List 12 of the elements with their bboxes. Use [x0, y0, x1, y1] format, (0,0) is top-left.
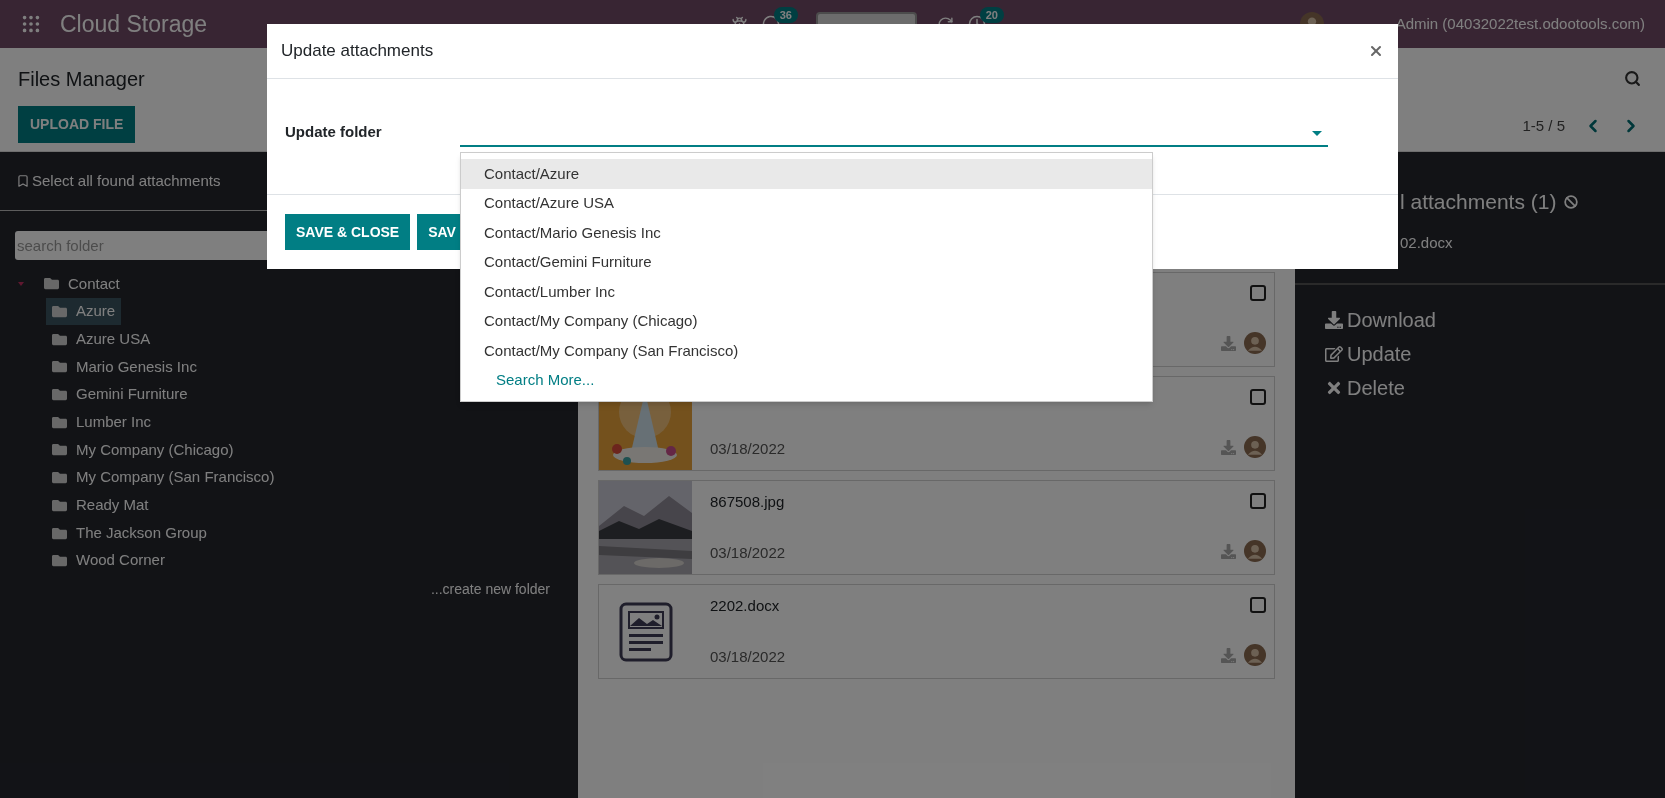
dialog-title: Update attachments [281, 40, 434, 63]
pager-value: 1-5 / 5 [1522, 116, 1565, 136]
file-date: 03/18/2022 [710, 438, 787, 459]
field-label: Update folder [285, 122, 383, 142]
page-title: Files Manager [18, 67, 145, 92]
selected-heading: l attachments (1) [1400, 189, 1557, 215]
app-title: Cloud Storage [60, 9, 208, 39]
file-date: 03/18/2022 [710, 646, 787, 667]
selected-file-name: 02.docx [1400, 232, 1454, 253]
count-badge: 20 [979, 7, 1004, 23]
count-badge: 36 [773, 7, 798, 23]
file-date: 03/18/2022 [710, 542, 787, 563]
